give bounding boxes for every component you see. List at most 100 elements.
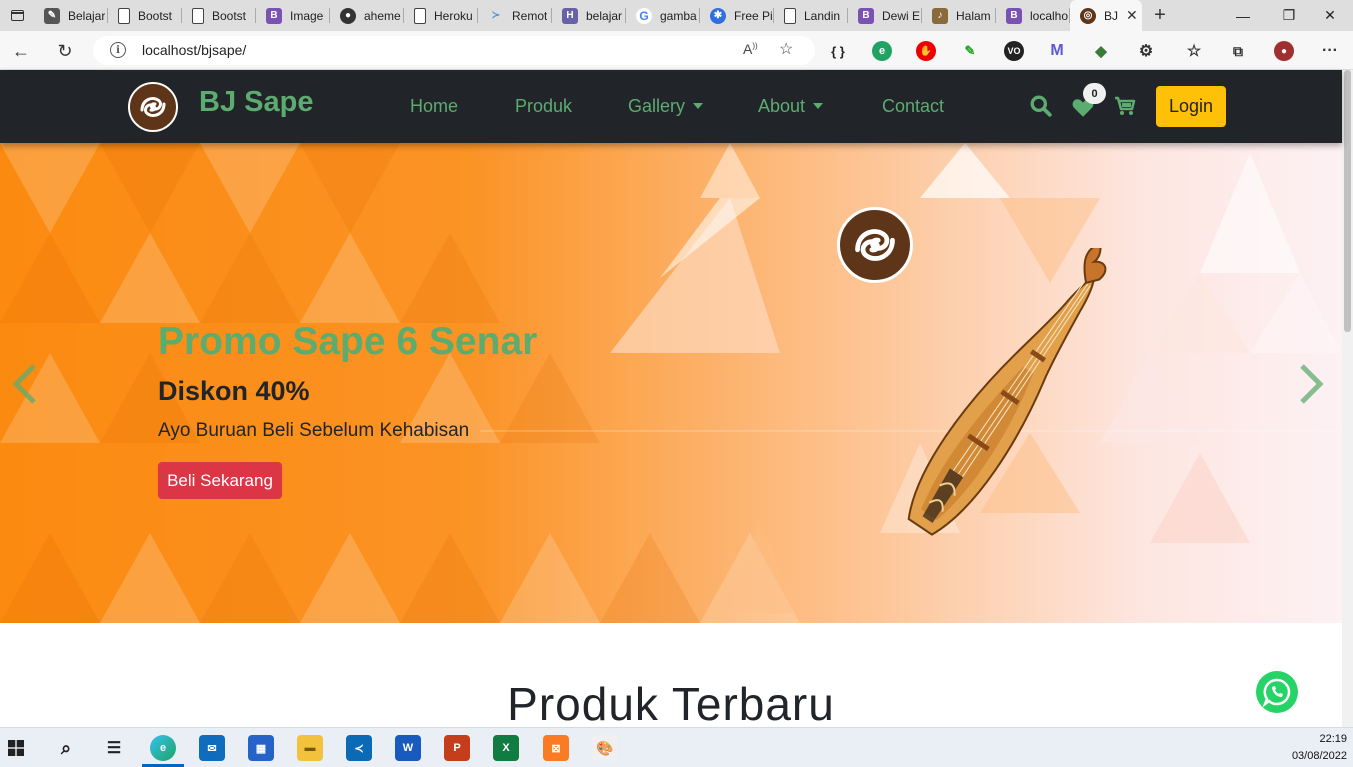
cloud-icon: ✱ <box>710 7 726 24</box>
nav-contact-link[interactable]: Contact <box>882 96 944 117</box>
browser-tab[interactable]: B Image <box>256 0 330 31</box>
globe-extension-icon[interactable]: ◆ <box>1091 41 1111 61</box>
bootstrap-icon: B <box>858 7 874 24</box>
system-clock[interactable]: 22:19 03/08/2022 <box>1292 731 1347 765</box>
clock-time: 22:19 <box>1319 733 1347 745</box>
carousel-prev-icon[interactable] <box>10 362 40 406</box>
store-icon[interactable]: ▦ <box>248 735 274 761</box>
restore-button[interactable]: ❐ <box>1266 0 1312 31</box>
paint-icon[interactable]: 🎨 <box>592 735 618 761</box>
vscode-icon[interactable]: ≺ <box>346 735 372 761</box>
browser-tab-bar: ✎ Belajar Bootst Bootst B Image ● aheme Her… <box>0 0 1353 31</box>
swirl-logo-icon <box>140 96 166 118</box>
windows-taskbar: ⌕ ☰ e ✉ ▦ ▬ ≺ W P X ⊠ 🎨 22:19 03/08/2022 <box>0 727 1353 767</box>
close-window-button[interactable]: ✕ <box>1307 0 1353 31</box>
task-view-icon[interactable]: ☰ <box>101 735 127 761</box>
nav-about-label: About <box>758 96 806 116</box>
bootstrap-icon: B <box>1006 7 1022 24</box>
browser-tab[interactable]: ● aheme <box>330 0 404 31</box>
browser-tab[interactable]: ♪ Halam <box>922 0 996 31</box>
nav-gallery-dropdown[interactable]: Gallery <box>628 96 704 117</box>
github-icon: ● <box>340 7 356 24</box>
mail-icon[interactable]: ✉ <box>199 735 225 761</box>
minimize-button[interactable]: — <box>1220 0 1266 31</box>
sape-icon: ♪ <box>932 7 948 24</box>
section-title: Produk Terbaru <box>507 678 835 730</box>
browser-tab[interactable]: Bootst <box>108 0 182 31</box>
remote-icon: ≻ <box>491 10 501 21</box>
browser-tab[interactable]: ✱ Free Pi <box>700 0 774 31</box>
url-field[interactable]: i localhost/bjsape/ A)) ☆ <box>93 36 815 65</box>
xampp-icon[interactable]: ⊠ <box>543 735 569 761</box>
scrollbar-thumb[interactable] <box>1344 70 1351 332</box>
adblock-icon[interactable]: ✋ <box>916 41 936 61</box>
login-button[interactable]: Login <box>1156 86 1226 127</box>
page-icon <box>192 7 204 24</box>
page-icon <box>118 7 130 24</box>
pen-icon: ✎ <box>44 7 60 24</box>
hero-description: Ayo Buruan Beli Sebelum Kehabisan <box>158 420 470 441</box>
m-extension-icon[interactable]: M <box>1047 41 1067 61</box>
vpn-extension-icon[interactable]: VO <box>1004 41 1024 61</box>
windows-start-icon[interactable] <box>8 740 24 756</box>
whatsapp-icon <box>1262 678 1291 707</box>
search-icon[interactable] <box>1030 95 1052 117</box>
browser-tab[interactable]: B Dewi E <box>848 0 922 31</box>
sape-logo-icon: ◎ <box>1080 7 1096 24</box>
more-menu-icon[interactable]: ··· <box>1320 41 1340 61</box>
address-bar: ← ↻ i localhost/bjsape/ A)) ☆ { } e ✋ ✎ … <box>0 31 1353 70</box>
tab-actions-button[interactable] <box>0 0 34 31</box>
extensions-icon[interactable]: ⚙ <box>1136 41 1156 61</box>
favorite-icon[interactable]: ☆ <box>779 39 793 59</box>
nav-about-dropdown[interactable]: About <box>758 96 824 117</box>
browser-tab[interactable]: ✎ Belajar <box>34 0 108 31</box>
powerpoint-icon[interactable]: P <box>444 735 470 761</box>
cart-icon[interactable] <box>1114 95 1136 117</box>
eyedropper-icon[interactable]: ✎ <box>960 41 980 61</box>
sape-instrument-image <box>907 248 1107 536</box>
json-extension-icon[interactable]: { } <box>828 41 848 61</box>
edge-browser-icon[interactable]: e <box>150 735 176 761</box>
heroku-icon: H <box>562 7 578 24</box>
brand-logo[interactable] <box>128 82 178 132</box>
page-icon <box>414 7 426 24</box>
site-navbar: BJ Sape Home Produk Gallery About Contac… <box>0 70 1342 143</box>
browser-tab[interactable]: Heroku <box>404 0 478 31</box>
page-scrollbar[interactable] <box>1342 70 1353 727</box>
info-icon[interactable]: i <box>110 42 126 58</box>
browser-tab[interactable]: Ggamba <box>626 0 700 31</box>
browser-tab[interactable]: Blocalho <box>996 0 1070 31</box>
nav-gallery-label: Gallery <box>628 96 686 116</box>
url-text[interactable]: localhost/bjsape/ <box>142 42 246 58</box>
whatsapp-button[interactable] <box>1256 671 1298 713</box>
profile-avatar[interactable]: ● <box>1274 41 1294 61</box>
window-icon <box>10 10 24 21</box>
search-icon[interactable]: ⌕ <box>53 735 79 761</box>
browser-tab[interactable]: Hbelajar <box>552 0 626 31</box>
word-icon[interactable]: W <box>395 735 421 761</box>
excel-icon[interactable]: X <box>493 735 519 761</box>
read-aloud-icon[interactable]: A)) <box>743 41 758 57</box>
browser-tab[interactable]: Bootst <box>182 0 256 31</box>
bootstrap-icon: B <box>266 7 282 24</box>
hero-title: Promo Sape 6 Senar <box>158 320 538 363</box>
browser-tab-active[interactable]: ◎ BJ ✕ <box>1070 0 1142 31</box>
collections-icon[interactable]: ⧉ <box>1228 41 1248 61</box>
favorites-icon[interactable]: ☆ <box>1184 41 1204 61</box>
hero-carousel: Promo Sape 6 Senar Diskon 40% Ayo Buruan… <box>0 143 1342 623</box>
buy-now-button[interactable]: Beli Sekarang <box>158 462 282 499</box>
refresh-icon[interactable]: ↻ <box>53 39 77 63</box>
nav-home-link[interactable]: Home <box>410 96 458 117</box>
wishlist-count-badge: 0 <box>1083 83 1106 104</box>
browser-tab[interactable]: ≻ Remot <box>478 0 552 31</box>
hero-discount: Diskon 40% <box>158 376 310 406</box>
edge-extension-icon[interactable]: e <box>872 41 892 61</box>
browser-tab[interactable]: Landin <box>774 0 848 31</box>
nav-produk-link[interactable]: Produk <box>515 96 572 117</box>
carousel-next-icon[interactable] <box>1296 362 1326 406</box>
close-tab-icon[interactable]: ✕ <box>1126 7 1138 24</box>
brand-name[interactable]: BJ Sape <box>199 86 313 119</box>
new-tab-button[interactable]: + <box>1142 4 1178 27</box>
file-explorer-icon[interactable]: ▬ <box>297 735 323 761</box>
back-icon[interactable]: ← <box>9 39 33 63</box>
